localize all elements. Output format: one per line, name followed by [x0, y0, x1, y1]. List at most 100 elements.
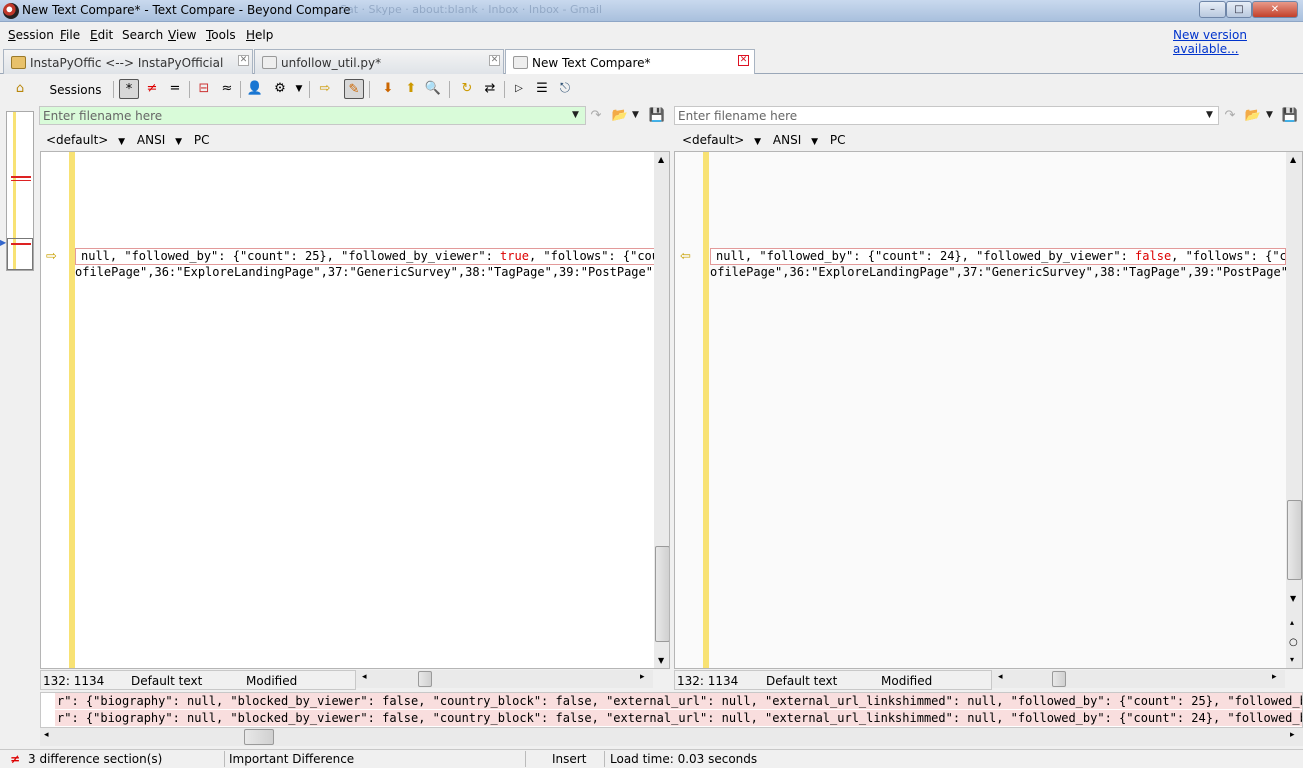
scroll-right-icon[interactable]: ▸ [1290, 730, 1295, 740]
right-horizontal-scrollbar[interactable]: ◂ ▸ [992, 670, 1285, 688]
right-save-icon[interactable]: 💾 [1280, 106, 1300, 126]
right-charset-select[interactable]: ANSI [773, 133, 801, 147]
list-icon[interactable]: ☰ [532, 79, 552, 99]
next-page-icon[interactable]: ▾ [1290, 655, 1294, 664]
left-horizontal-scrollbar[interactable]: ◂ ▸ [356, 670, 653, 688]
left-encoding-dropdown-icon[interactable]: ▼ [118, 137, 125, 147]
bottom-hscroll-thumb[interactable] [244, 729, 274, 745]
overview-diff-mark [11, 180, 31, 181]
right-vscroll-thumb[interactable] [1287, 500, 1302, 580]
format-dropdown-icon[interactable]: ▼ [289, 79, 309, 99]
scroll-left-icon[interactable]: ◂ [998, 672, 1003, 682]
menu-tools[interactable]: Tools [206, 28, 236, 42]
left-hscroll-thumb[interactable] [418, 671, 432, 687]
left-charset-dropdown-icon[interactable]: ▼ [175, 137, 182, 147]
menu-search[interactable]: Search [122, 28, 163, 42]
right-lineend-label[interactable]: PC [830, 133, 846, 147]
swap-icon[interactable]: ⇄ [480, 79, 500, 99]
left-save-icon[interactable]: 💾 [647, 106, 667, 126]
close-tab-icon[interactable]: ✕ [238, 55, 249, 66]
scroll-right-icon[interactable]: ▸ [1272, 672, 1277, 682]
right-diff-line[interactable]: null, "followed_by": {"count": 24}, "fol… [710, 248, 1286, 265]
right-hscroll-thumb[interactable] [1052, 671, 1066, 687]
swap-sides-icon[interactable]: ⇨ [315, 79, 335, 99]
tab-folder-compare[interactable]: InstaPyOffic <--> InstaPyOfficial ✕ [3, 49, 253, 74]
line-detail-bottom[interactable]: r": {"biography": null, "blocked_by_view… [55, 710, 1302, 726]
line-details-pane[interactable]: r": {"biography": null, "blocked_by_view… [40, 692, 1303, 728]
scroll-down-icon[interactable]: ▼ [658, 656, 664, 665]
expand-icon[interactable]: ▷ [509, 79, 529, 99]
title-bar: New Text Compare* - Text Compare - Beyon… [0, 0, 1303, 22]
left-open-folder-icon[interactable]: 📂 [610, 106, 630, 126]
left-text-editor[interactable]: ⇨ null, "followed_by": {"count": 25}, "f… [40, 151, 670, 669]
left-encoding-select[interactable]: <default> [46, 133, 108, 147]
left-vertical-scrollbar[interactable]: ▲ ▼ [654, 152, 669, 668]
edit-pencil-icon[interactable]: ✎ [344, 79, 364, 99]
menu-help[interactable]: Help [246, 28, 273, 42]
menu-edit[interactable]: Edit [90, 28, 113, 42]
tab-new-text-compare[interactable]: New Text Compare* ✕ [505, 49, 755, 74]
next-difference-icon[interactable]: ⬇ [378, 79, 398, 99]
scroll-up-icon[interactable]: ▲ [658, 155, 664, 164]
toolbar-separator [113, 81, 114, 98]
scroll-left-icon[interactable]: ◂ [362, 672, 367, 682]
menu-view[interactable]: View [168, 28, 196, 42]
maximize-button[interactable]: □ [1226, 1, 1252, 18]
right-history-icon[interactable]: ↷ [1220, 106, 1240, 126]
right-text-editor[interactable]: ⇦ null, "followed_by": {"count": 24}, "f… [674, 151, 1303, 669]
left-vscroll-thumb[interactable] [655, 546, 669, 642]
right-open-dropdown-icon[interactable]: ▼ [1266, 110, 1273, 120]
scroll-up-icon[interactable]: ▲ [1290, 155, 1296, 164]
home-icon[interactable]: ⌂ [10, 79, 30, 99]
status-separator [224, 751, 225, 767]
scroll-left-icon[interactable]: ◂ [44, 730, 49, 740]
tab-unfollow-util[interactable]: unfollow_util.py* ✕ [254, 49, 504, 74]
reload-icon[interactable]: ↻ [457, 79, 477, 99]
bottom-horizontal-scrollbar[interactable]: ◂ ▸ [40, 728, 1303, 746]
sessions-button[interactable]: Sessions ▼ [34, 80, 108, 117]
previous-difference-icon[interactable]: ⬆ [401, 79, 421, 99]
close-tab-icon[interactable]: ✕ [489, 55, 500, 66]
right-open-folder-icon[interactable]: 📂 [1243, 106, 1263, 126]
right-filename-dropdown-icon[interactable]: ▼ [1206, 110, 1213, 120]
context-icon[interactable]: ⊟ [194, 79, 214, 99]
scroll-right-icon[interactable]: ▸ [640, 672, 645, 682]
show-all-icon[interactable]: * [119, 79, 139, 99]
left-current-diff-arrow-icon: ⇨ [46, 249, 57, 264]
menu-file[interactable]: File [60, 28, 80, 42]
left-context-line[interactable]: ofilePage",36:"ExploreLandingPage",37:"G… [75, 265, 655, 280]
left-filename-input[interactable]: Enter filename here [39, 106, 586, 125]
line-detail-top[interactable]: r": {"biography": null, "blocked_by_view… [55, 693, 1302, 709]
left-lineend-label[interactable]: PC [194, 133, 210, 147]
left-diff-line[interactable]: null, "followed_by": {"count": 25}, "fol… [75, 248, 655, 265]
minimize-button[interactable]: – [1199, 1, 1226, 18]
scroll-down-icon[interactable]: ▼ [1290, 594, 1296, 603]
right-context-line[interactable]: ofilePage",36:"ExploreLandingPage",37:"G… [710, 265, 1286, 280]
overview-viewport[interactable] [7, 238, 33, 270]
close-tab-icon[interactable]: ✕ [738, 55, 749, 66]
right-encoding-select[interactable]: <default> [682, 133, 744, 147]
web-icon[interactable]: ⎋ [555, 79, 575, 99]
left-charset-select[interactable]: ANSI [137, 133, 165, 147]
left-filename-dropdown-icon[interactable]: ▼ [572, 110, 579, 120]
right-vertical-scrollbar[interactable]: ▲ ▼ ▴ ○ ▾ [1286, 152, 1302, 668]
select-browse-object-icon[interactable]: ○ [1289, 637, 1298, 648]
show-same-icon[interactable]: = [165, 79, 185, 99]
right-filename-input[interactable]: Enter filename here [674, 106, 1219, 125]
menu-session[interactable]: Session [8, 28, 54, 42]
ignore-unimportant-icon[interactable]: ≈ [217, 79, 237, 99]
right-charset-dropdown-icon[interactable]: ▼ [811, 137, 818, 147]
right-change-gutter [703, 152, 709, 668]
rules-icon[interactable]: 👤 [245, 79, 265, 99]
prev-page-icon[interactable]: ▴ [1290, 618, 1294, 627]
find-binoculars-icon[interactable]: 🔍 [423, 79, 443, 99]
left-open-dropdown-icon[interactable]: ▼ [632, 110, 639, 120]
left-history-icon[interactable]: ↷ [586, 106, 606, 126]
difference-overview[interactable] [6, 111, 34, 271]
importance-status: Important Difference [229, 752, 355, 766]
show-differences-icon[interactable]: ≠ [142, 79, 162, 99]
format-icon[interactable]: ⚙ [270, 79, 290, 99]
right-status-row: 132: 1134 Default text Modified [674, 670, 992, 690]
close-window-button[interactable]: ✕ [1252, 1, 1298, 18]
right-encoding-dropdown-icon[interactable]: ▼ [754, 137, 761, 147]
